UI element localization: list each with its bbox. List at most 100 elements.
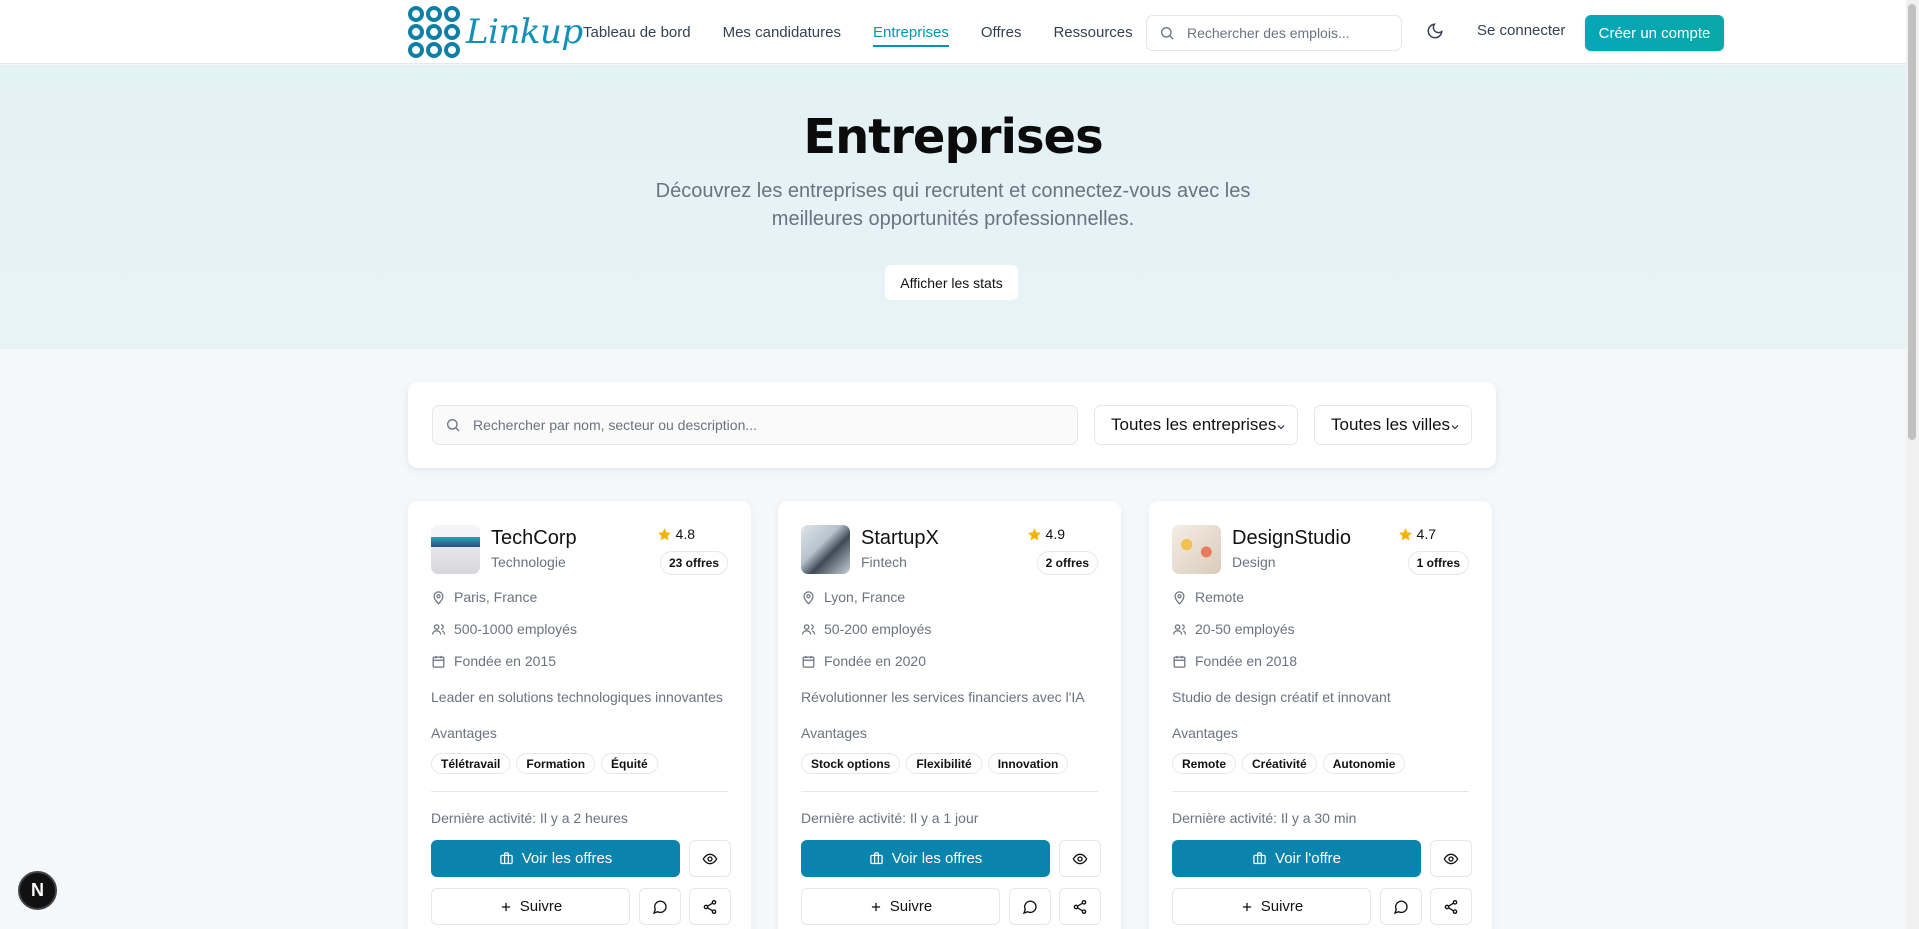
view-offers-label: Voir les offres bbox=[521, 850, 613, 867]
page-scrollbar[interactable] bbox=[1906, 0, 1919, 929]
location-pin-icon bbox=[433, 590, 444, 605]
preview-button[interactable] bbox=[1059, 840, 1101, 877]
rating-value: 4.7 bbox=[1416, 526, 1436, 542]
chevron-down-icon bbox=[1451, 425, 1459, 430]
location-text: Remote bbox=[1195, 589, 1245, 605]
star-icon bbox=[1398, 527, 1412, 540]
logo[interactable]: Linkup bbox=[408, 6, 583, 58]
top-navbar: Linkup Tableau de bord Mes candidatures … bbox=[0, 0, 1906, 64]
signup-button[interactable]: Créer un compte bbox=[1585, 15, 1724, 51]
rating-value: 4.9 bbox=[1045, 526, 1065, 542]
company-type-select[interactable]: Toutes les entreprises bbox=[1094, 405, 1298, 445]
eye-icon bbox=[702, 853, 718, 864]
users-icon bbox=[801, 623, 816, 635]
plus-icon bbox=[1242, 902, 1251, 911]
company-name[interactable]: DesignStudio bbox=[1232, 527, 1351, 550]
company-founded: Fondée en 2015 bbox=[431, 653, 556, 669]
preview-button[interactable] bbox=[689, 840, 731, 877]
view-offers-button[interactable]: Voir les offres bbox=[801, 840, 1050, 877]
share-button[interactable] bbox=[689, 888, 731, 925]
company-size: 50-200 employés bbox=[801, 621, 931, 637]
message-button[interactable] bbox=[1380, 888, 1422, 925]
view-offers-button[interactable]: Voir les offres bbox=[431, 840, 680, 877]
follow-label: Suivre bbox=[519, 898, 563, 915]
calendar-icon bbox=[802, 655, 815, 668]
employees-text: 50-200 employés bbox=[824, 621, 932, 637]
share-icon bbox=[1444, 899, 1458, 914]
share-button[interactable] bbox=[1430, 888, 1472, 925]
share-icon bbox=[1073, 899, 1087, 914]
advantage-tag: Innovation bbox=[987, 753, 1069, 774]
offers-count-badge: 1 offres bbox=[1407, 551, 1469, 575]
briefcase-icon bbox=[869, 852, 883, 865]
logo-icon bbox=[408, 6, 460, 58]
follow-button[interactable]: Suivre bbox=[431, 888, 630, 925]
city-select-value: Toutes les villes bbox=[1331, 415, 1451, 434]
message-button[interactable] bbox=[639, 888, 681, 925]
nav-applications[interactable]: Mes candidatures bbox=[723, 0, 841, 64]
company-name[interactable]: StartupX bbox=[861, 527, 939, 550]
scrollbar-thumb[interactable] bbox=[1908, 4, 1916, 440]
city-select[interactable]: Toutes les villes bbox=[1314, 405, 1472, 445]
page-title: Entreprises bbox=[803, 109, 1103, 165]
last-activity: Dernière activité: Il y a 1 jour bbox=[801, 810, 979, 826]
message-button[interactable] bbox=[1009, 888, 1051, 925]
view-offers-button[interactable]: Voir l'offre bbox=[1172, 840, 1421, 877]
users-icon bbox=[1172, 623, 1187, 635]
location-pin-icon bbox=[1174, 590, 1185, 605]
founded-text: Fondée en 2020 bbox=[824, 653, 926, 669]
job-search-input[interactable] bbox=[1187, 25, 1387, 41]
message-icon bbox=[1022, 900, 1037, 914]
company-location: Paris, France bbox=[431, 589, 537, 605]
main-nav: Tableau de bord Mes candidatures Entrepr… bbox=[583, 0, 1165, 64]
share-button[interactable] bbox=[1059, 888, 1101, 925]
offers-count-badge: 2 offres bbox=[1036, 551, 1098, 575]
employees-text: 500-1000 employés bbox=[454, 621, 577, 637]
preview-button[interactable] bbox=[1430, 840, 1472, 877]
dark-mode-toggle-icon[interactable] bbox=[1426, 22, 1444, 40]
dev-tools-badge[interactable]: N bbox=[18, 871, 57, 910]
message-icon bbox=[652, 900, 667, 914]
advantage-tag: Formation bbox=[516, 753, 596, 774]
show-stats-button[interactable]: Afficher les stats bbox=[885, 265, 1018, 300]
company-card: StartupX Fintech 4.9 2 offres Lyon, France 50… bbox=[778, 501, 1121, 929]
last-activity: Dernière activité: Il y a 30 min bbox=[1172, 810, 1357, 826]
users-icon bbox=[431, 623, 446, 635]
offers-count-badge: 23 offres bbox=[659, 551, 728, 575]
follow-label: Suivre bbox=[889, 898, 933, 915]
company-logo bbox=[1172, 525, 1221, 574]
follow-button[interactable]: Suivre bbox=[1172, 888, 1371, 925]
card-divider bbox=[801, 791, 1098, 792]
company-description: Révolutionner les services financiers av… bbox=[801, 689, 1085, 705]
founded-text: Fondée en 2015 bbox=[454, 653, 556, 669]
nav-resources[interactable]: Ressources bbox=[1053, 0, 1132, 64]
logo-wordmark: Linkup bbox=[466, 12, 583, 52]
company-size: 20-50 employés bbox=[1172, 621, 1295, 637]
star-icon bbox=[1027, 527, 1041, 540]
advantages-label: Avantages bbox=[431, 725, 497, 741]
company-search-input[interactable] bbox=[473, 417, 1053, 433]
company-type-select-value: Toutes les entreprises bbox=[1111, 415, 1277, 434]
company-rating: 4.8 bbox=[657, 526, 695, 542]
advantage-tag: Flexibilité bbox=[906, 753, 982, 774]
company-location: Lyon, France bbox=[801, 589, 905, 605]
hero-section: Entreprises Découvrez les entreprises qu… bbox=[0, 65, 1906, 349]
view-offers-label: Voir l'offre bbox=[1275, 850, 1341, 867]
briefcase-icon bbox=[1253, 852, 1266, 865]
nav-dashboard[interactable]: Tableau de bord bbox=[583, 0, 691, 64]
message-icon bbox=[1393, 900, 1408, 914]
login-link[interactable]: Se connecter bbox=[1477, 22, 1565, 39]
search-icon bbox=[1161, 27, 1174, 40]
advantages-label: Avantages bbox=[801, 725, 867, 741]
follow-button[interactable]: Suivre bbox=[801, 888, 1000, 925]
company-card: DesignStudio Design 4.7 1 offres Remote 20-50… bbox=[1149, 501, 1492, 929]
nav-offers[interactable]: Offres bbox=[981, 0, 1022, 64]
nav-companies[interactable]: Entreprises bbox=[873, 0, 949, 64]
company-logo bbox=[801, 525, 850, 574]
company-sector: Technologie bbox=[491, 554, 566, 570]
company-name[interactable]: TechCorp bbox=[491, 527, 577, 550]
job-search-box[interactable] bbox=[1146, 15, 1402, 51]
company-search-box[interactable] bbox=[432, 405, 1078, 445]
company-sector: Design bbox=[1232, 554, 1276, 570]
advantage-tag: Équité bbox=[601, 753, 658, 774]
